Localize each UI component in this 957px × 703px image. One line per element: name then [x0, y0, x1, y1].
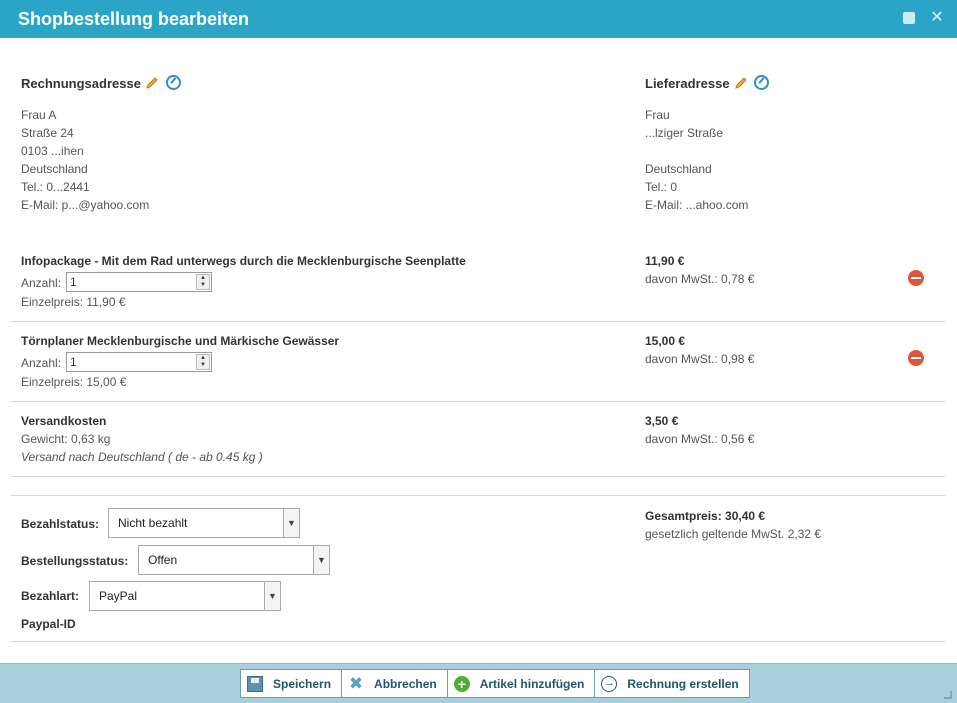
total-price: Gesamtpreis: 30,40 € — [645, 509, 766, 523]
item-title: Infopackage - Mit dem Rad unterwegs durc… — [21, 254, 466, 268]
window-titlebar: Shopbestellung bearbeiten ✕ — [0, 0, 957, 38]
order-status-label: Bestellungsstatus: — [21, 554, 129, 568]
shipping-line: E-Mail: ...ahoo.com — [645, 198, 749, 212]
billing-address-heading: Rechnungsadresse — [21, 76, 141, 91]
remove-item-icon[interactable] — [908, 350, 924, 366]
shipping-line: Frau — [645, 108, 670, 122]
billing-line: Tel.: 0...2441 — [21, 180, 90, 194]
shipping-line — [645, 142, 748, 160]
billing-address-header: Rechnungsadresse — [21, 75, 181, 91]
quantity-stepper[interactable]: 1 ▲ ▼ — [66, 352, 212, 372]
arrow-right-icon: → — [601, 675, 618, 692]
billing-line: Frau A — [21, 108, 57, 122]
spin-buttons[interactable]: ▲ ▼ — [196, 354, 210, 370]
billing-line: E-Mail: p...@yahoo.com — [21, 198, 150, 212]
shipping-weight: Gewicht: 0,63 kg — [21, 432, 111, 446]
payment-status-label: Bezahlstatus: — [21, 517, 100, 531]
quantity-value: 1 — [70, 355, 77, 369]
item-unit-price: Einzelpreis: 15,00 € — [21, 375, 127, 389]
item-qty-label: Anzahl: — [21, 276, 62, 290]
shipping-address-header: Lieferadresse — [645, 75, 770, 91]
item-vat: davon MwSt.: 0,78 € — [645, 272, 755, 286]
search-icon[interactable] — [754, 75, 770, 90]
shipping-line: Deutschland — [645, 162, 712, 176]
order-status-value: Offen — [148, 553, 178, 567]
cancel-label: Abbrechen — [374, 676, 437, 691]
cancel-icon: ✖ — [348, 673, 364, 693]
payment-method-label: Bezahlart: — [21, 589, 80, 603]
divider — [11, 495, 945, 496]
dialog-content: Rechnungsadresse Frau A Straße 24 0103 .… — [0, 38, 957, 663]
payment-status-value: Nicht bezahlt — [118, 516, 188, 530]
item-vat: davon MwSt.: 0,98 € — [645, 352, 755, 366]
restore-icon[interactable] — [900, 9, 918, 27]
item-price: 11,90 € — [645, 254, 685, 268]
window-title: Shopbestellung bearbeiten — [18, 9, 250, 29]
order-status-select[interactable]: Offen ▼ — [138, 545, 330, 575]
item-unit-price: Einzelpreis: 11,90 € — [21, 295, 126, 309]
save-icon — [247, 675, 263, 692]
cancel-button[interactable]: ✖ Abbrechen — [342, 670, 448, 697]
divider — [11, 321, 945, 322]
remove-item-icon[interactable] — [908, 270, 924, 286]
shipping-method: Versand nach Deutschland ( de - ab 0.45 … — [21, 450, 263, 464]
item-qty-label: Anzahl: — [21, 356, 62, 370]
button-bar: Speichern ✖ Abbrechen + Artikel hinzufüg… — [240, 669, 750, 698]
save-label: Speichern — [273, 676, 332, 691]
shipping-vat: davon MwSt.: 0,56 € — [645, 432, 755, 446]
search-icon[interactable] — [165, 75, 181, 90]
pencil-icon[interactable] — [145, 76, 159, 90]
close-icon[interactable]: ✕ — [928, 9, 946, 27]
item-price: 15,00 € — [645, 334, 686, 348]
create-invoice-label: Rechnung erstellen — [627, 676, 739, 691]
shipping-address-heading: Lieferadresse — [645, 76, 730, 91]
dialog-footer: Speichern ✖ Abbrechen + Artikel hinzufüg… — [0, 663, 957, 703]
item-title: Törnplaner Mecklenburgische und Märkisch… — [21, 334, 340, 348]
payment-method-value: PayPal — [99, 589, 138, 603]
shipping-address: Frau ...lziger Straße Deutschland Tel.: … — [645, 106, 748, 214]
billing-line: Straße 24 — [21, 126, 74, 140]
add-item-button[interactable]: + Artikel hinzufügen — [448, 670, 596, 697]
spin-buttons[interactable]: ▲ ▼ — [196, 274, 210, 290]
shipping-line: Tel.: 0 — [645, 180, 678, 194]
shipping-line: ...lziger Straße — [645, 126, 724, 140]
chevron-down-icon: ▼ — [283, 509, 299, 537]
total-vat: gesetzlich geltende MwSt. 2,32 € — [645, 527, 822, 541]
shipping-price: 3,50 € — [645, 414, 679, 428]
divider — [11, 476, 945, 477]
save-button[interactable]: Speichern — [241, 670, 343, 697]
quantity-stepper[interactable]: 1 ▲ ▼ — [66, 272, 212, 292]
payment-method-select[interactable]: PayPal ▼ — [89, 581, 281, 611]
pencil-icon[interactable] — [734, 76, 748, 90]
divider — [11, 401, 945, 402]
payment-status-select[interactable]: Nicht bezahlt ▼ — [108, 508, 300, 538]
create-invoice-button[interactable]: → Rechnung erstellen — [595, 670, 748, 697]
chevron-down-icon: ▼ — [264, 582, 280, 610]
divider — [11, 641, 945, 642]
billing-address: Frau A Straße 24 0103 ...ihen Deutschlan… — [21, 106, 149, 214]
shipping-cost-title: Versandkosten — [21, 414, 107, 428]
chevron-down-icon: ▼ — [313, 546, 329, 574]
billing-line: 0103 ...ihen — [21, 144, 84, 158]
resize-grip-icon[interactable] — [944, 691, 952, 699]
add-item-label: Artikel hinzufügen — [479, 676, 585, 691]
billing-line: Deutschland — [21, 162, 88, 176]
add-icon: + — [453, 675, 470, 692]
paypal-id-label: Paypal-ID — [21, 617, 76, 631]
quantity-value: 1 — [70, 275, 77, 289]
